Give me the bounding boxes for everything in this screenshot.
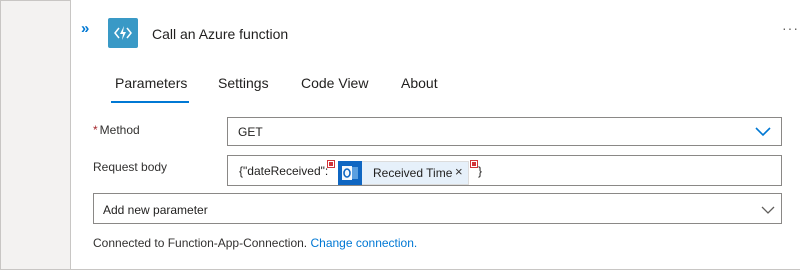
token-boundary-marker-icon bbox=[470, 160, 478, 168]
active-tab-indicator bbox=[111, 101, 189, 103]
method-label-text: Method bbox=[99, 123, 140, 137]
method-label: * Method bbox=[93, 123, 140, 137]
action-title: Call an Azure function bbox=[152, 26, 289, 42]
close-icon[interactable]: × bbox=[455, 164, 463, 179]
change-connection-link[interactable]: Change connection. bbox=[310, 236, 417, 250]
add-parameter-label: Add new parameter bbox=[103, 203, 208, 217]
more-options-icon[interactable]: ··· bbox=[782, 20, 799, 36]
outlook-icon bbox=[338, 161, 362, 185]
method-dropdown[interactable] bbox=[227, 117, 782, 146]
collapse-chevron-icon[interactable]: » bbox=[81, 20, 89, 37]
request-body-suffix: } bbox=[478, 164, 483, 178]
request-body-prefix: {"dateReceived": bbox=[239, 164, 329, 178]
tab-about[interactable]: About bbox=[401, 75, 438, 91]
tab-code-view[interactable]: Code View bbox=[301, 75, 368, 91]
required-marker: * bbox=[93, 123, 98, 137]
chevron-down-icon[interactable] bbox=[755, 124, 771, 142]
connection-info: Connected to Function-App-Connection. Ch… bbox=[93, 236, 417, 250]
token-boundary-marker-icon bbox=[327, 160, 335, 168]
tab-parameters[interactable]: Parameters bbox=[115, 75, 187, 91]
azure-function-icon bbox=[108, 18, 138, 48]
request-body-label: Request body bbox=[93, 160, 168, 174]
method-value: GET bbox=[238, 125, 263, 139]
token-label: Received Time bbox=[373, 166, 453, 180]
chevron-down-icon[interactable] bbox=[761, 202, 775, 220]
connection-text: Connected to Function-App-Connection. bbox=[93, 236, 308, 250]
tab-settings[interactable]: Settings bbox=[218, 75, 269, 91]
